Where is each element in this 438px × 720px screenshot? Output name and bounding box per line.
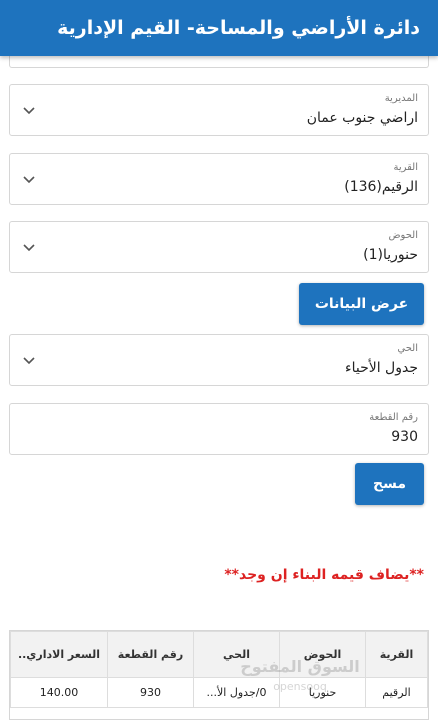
column-header: رقم القطعة	[107, 631, 194, 678]
clear-button[interactable]: مسح	[355, 463, 424, 505]
basin-value: حنوريا(1)	[363, 247, 418, 263]
village-select[interactable]: القرية الرقيم(136)	[9, 153, 429, 205]
show-data-button[interactable]: عرض البيانات	[299, 283, 424, 325]
neighborhood-value: جدول الأحياء	[345, 360, 418, 376]
basin-select[interactable]: الحوض حنوريا(1)	[9, 221, 429, 273]
chevron-down-icon	[23, 244, 35, 252]
village-label: القرية	[393, 162, 418, 173]
neighborhood-label: الحي	[397, 343, 418, 354]
chevron-down-icon	[23, 176, 35, 184]
parcel-number-field[interactable]: رقم القطعة 930	[9, 403, 429, 455]
watermark-subtext: opensooq	[273, 680, 327, 693]
page-title: دائرة الأراضي والمساحة- القيم الإدارية	[57, 17, 420, 39]
table-cell: الرقيم	[365, 677, 428, 708]
opensooq-watermark: السوق المفتوح opensooq	[240, 657, 360, 693]
directorate-value: اراضي جنوب عمان	[306, 110, 418, 126]
building-value-note: **يضاف قيمه البناء إن وجد**	[224, 567, 424, 583]
chevron-down-icon	[23, 107, 35, 115]
parcel-label: رقم القطعة	[369, 412, 418, 423]
table-cell: 140.00	[10, 677, 108, 708]
results-table: القرية الحوض الحي رقم القطعة السعر الادا…	[9, 630, 429, 720]
watermark-text: السوق المفتوح	[240, 657, 360, 676]
table-cell: 930	[107, 677, 194, 708]
directorate-label: المديرية	[384, 93, 418, 104]
directorate-select[interactable]: المديرية اراضي جنوب عمان	[9, 84, 429, 136]
column-header: القرية	[365, 631, 428, 678]
table-header-row: القرية الحوض الحي رقم القطعة السعر الادا…	[10, 631, 428, 678]
table-row[interactable]: الرقيم حنوريا 0/جدول الأ... 930 140.00	[10, 677, 428, 708]
chevron-down-icon	[23, 357, 35, 365]
neighborhood-select[interactable]: الحي جدول الأحياء	[9, 334, 429, 386]
village-value: الرقيم(136)	[344, 179, 418, 195]
parcel-value: 930	[391, 429, 418, 445]
column-header: السعر الاداري..	[10, 631, 108, 678]
basin-label: الحوض	[388, 230, 418, 241]
app-header: دائرة الأراضي والمساحة- القيم الإدارية	[0, 0, 438, 56]
